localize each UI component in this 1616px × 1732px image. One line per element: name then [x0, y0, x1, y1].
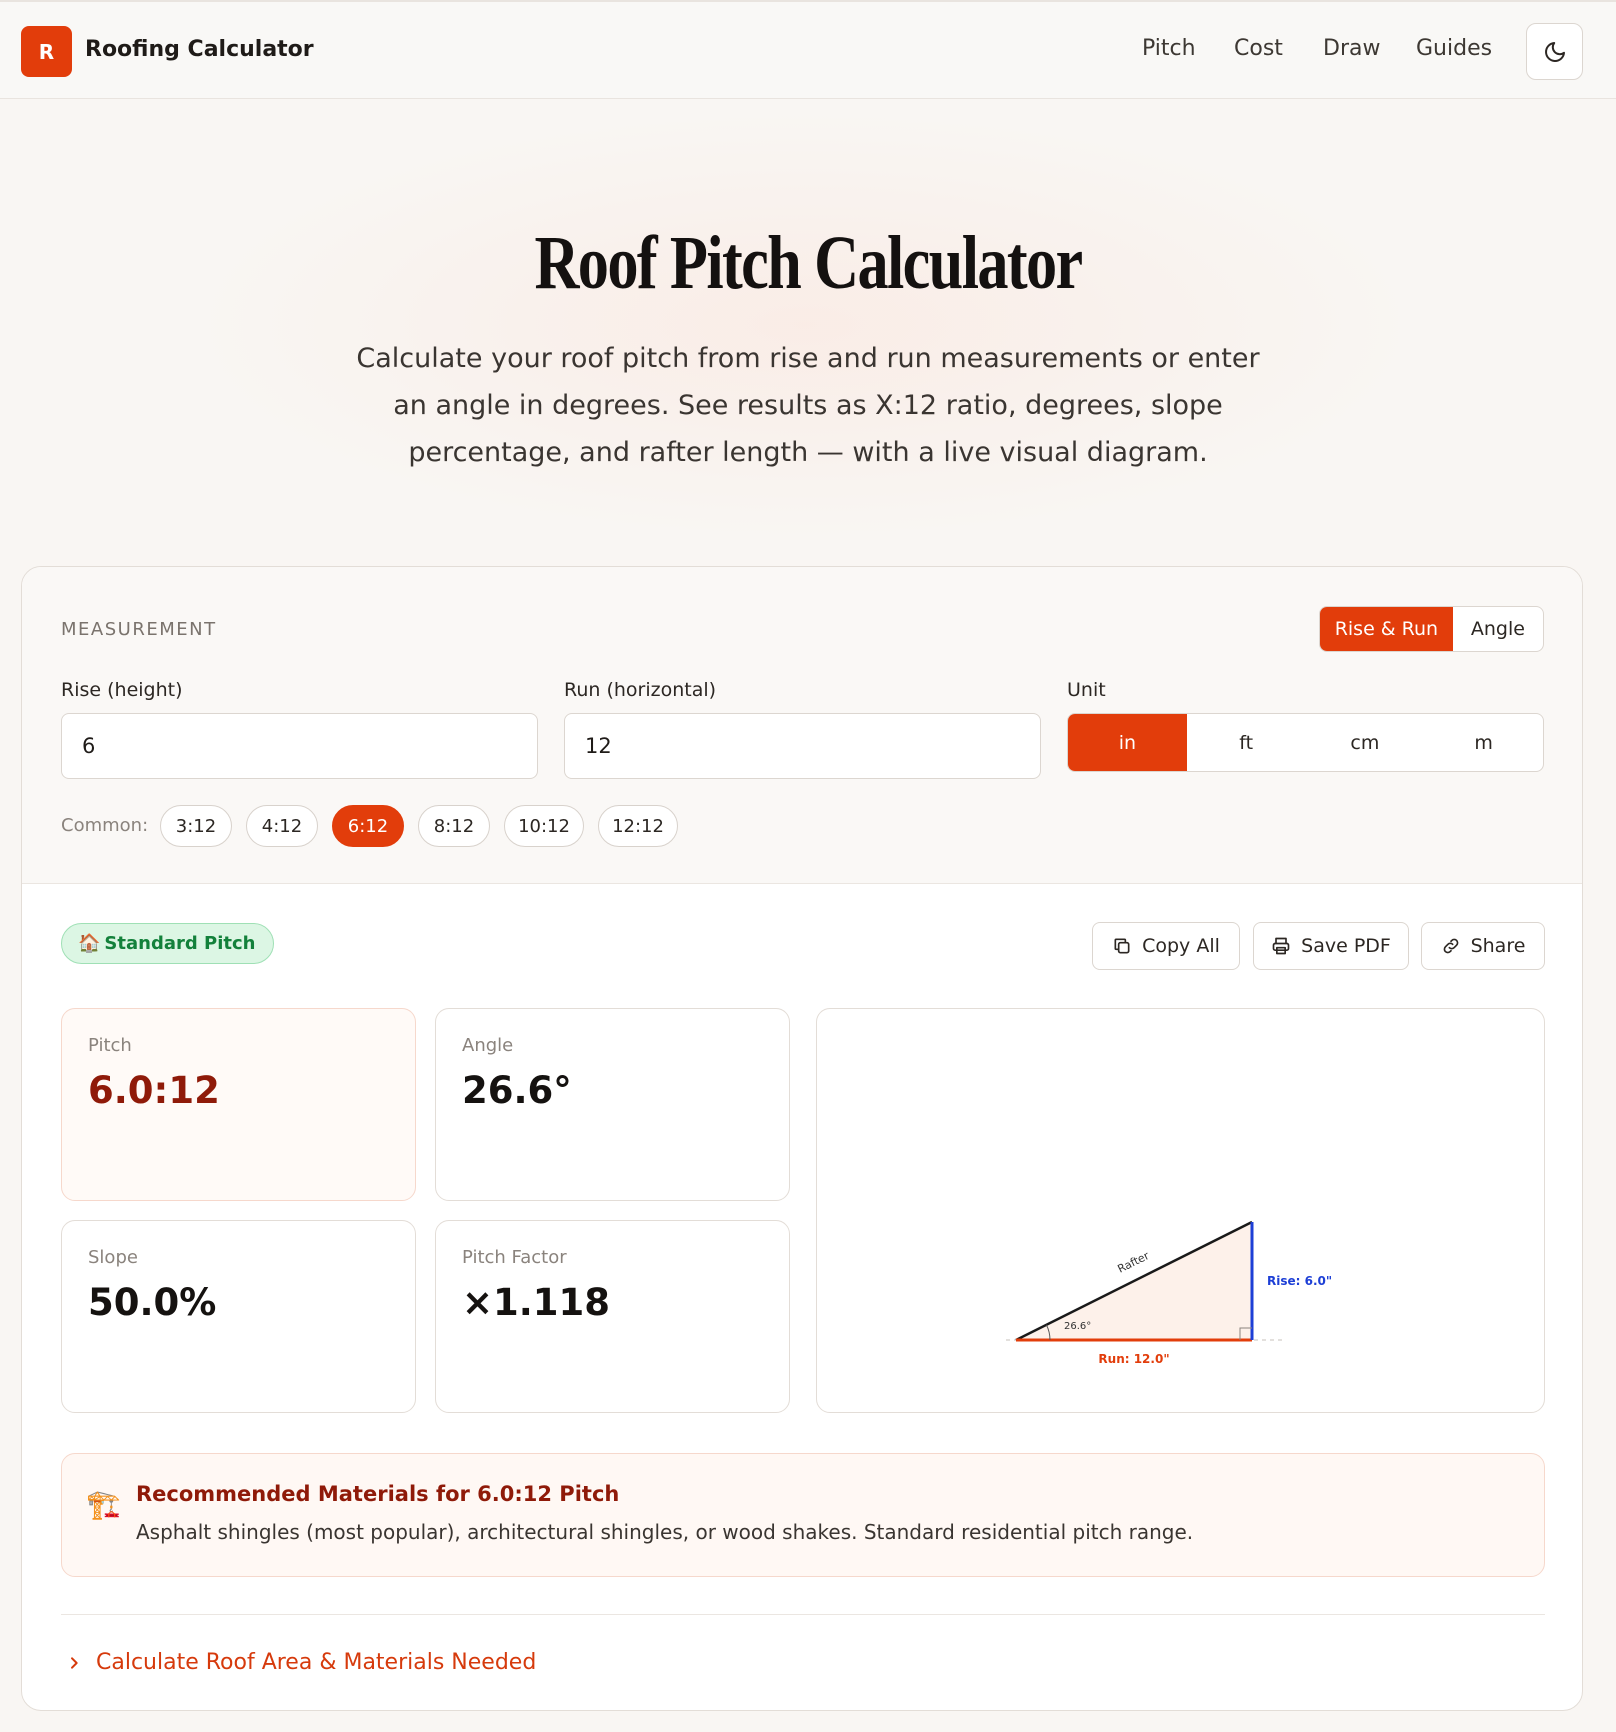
mode-rise-run-button[interactable]: Rise & Run [1320, 607, 1453, 651]
common-pitches-label: Common: [61, 815, 149, 836]
brand-name[interactable]: Roofing Calculator [85, 37, 314, 62]
rafter-label: Rafter [1116, 1249, 1152, 1276]
unit-cm-button[interactable]: cm [1306, 714, 1425, 771]
nav-link-pitch[interactable]: Pitch [1142, 36, 1196, 61]
section-divider [61, 1614, 1545, 1615]
rise-input[interactable] [61, 713, 538, 779]
printer-icon [1272, 937, 1290, 955]
nav-link-guides[interactable]: Guides [1416, 36, 1492, 61]
pitch-diagram-panel: Rafter 26.6° Rise: 6.0" Run: 12.0" [816, 1008, 1545, 1413]
pitch-result-value: 6.0:12 [88, 1069, 220, 1112]
unit-ft-button[interactable]: ft [1187, 714, 1306, 771]
common-pitch-chip-8-12[interactable]: 8:12 [418, 805, 490, 847]
copy-all-button[interactable]: Copy All [1092, 922, 1240, 970]
save-pdf-button[interactable]: Save PDF [1253, 922, 1409, 970]
measurement-panel: MEASUREMENT Rise & Run Angle Rise (heigh… [22, 567, 1582, 884]
recommended-materials-text: Asphalt shingles (most popular), archite… [136, 1520, 1194, 1544]
share-label: Share [1470, 935, 1526, 957]
recommended-materials-box: 🏗️ Recommended Materials for 6.0:12 Pitc… [61, 1453, 1545, 1577]
calculator-card: MEASUREMENT Rise & Run Angle Rise (heigh… [21, 566, 1583, 1711]
house-icon: 🏠 [78, 933, 101, 954]
common-pitch-chip-12-12[interactable]: 12:12 [598, 805, 678, 847]
top-navigation-bar: R Roofing Calculator Pitch Cost Draw Gui… [0, 0, 1616, 99]
angle-result-label: Angle [462, 1035, 514, 1056]
pitch-category-text: Standard Pitch [104, 933, 256, 954]
angle-result-value: 26.6° [462, 1069, 572, 1112]
run-label-text: Run: 12.0" [1098, 1352, 1169, 1366]
pitch-factor-result-card: Pitch Factor ×1.118 [435, 1220, 790, 1413]
pitch-factor-value: ×1.118 [462, 1281, 611, 1324]
theme-toggle-button[interactable] [1526, 23, 1583, 80]
common-pitch-chip-10-12[interactable]: 10:12 [504, 805, 584, 847]
pitch-result-label: Pitch [88, 1035, 132, 1056]
logo-icon[interactable]: R [21, 26, 72, 77]
common-pitch-chip-4-12[interactable]: 4:12 [246, 805, 318, 847]
rise-label: Rise (height) [61, 679, 183, 701]
page-subtitle: Calculate your roof pitch from rise and … [356, 343, 1260, 468]
nav-link-draw[interactable]: Draw [1323, 36, 1380, 61]
construction-icon: 🏗️ [86, 1488, 121, 1521]
copy-icon [1114, 938, 1130, 954]
angle-result-card: Angle 26.6° [435, 1008, 790, 1201]
rise-label-text: Rise: 6.0" [1267, 1274, 1332, 1288]
recommended-materials-title: Recommended Materials for 6.0:12 Pitch [136, 1482, 620, 1506]
angle-label: 26.6° [1064, 1321, 1091, 1332]
run-input[interactable] [564, 713, 1041, 779]
nav-link-cost[interactable]: Cost [1234, 36, 1283, 61]
unit-selector: in ft cm m [1067, 713, 1544, 772]
slope-result-value: 50.0% [88, 1281, 217, 1324]
pitch-category-badge: 🏠 Standard Pitch [61, 923, 275, 964]
common-pitch-chip-3-12[interactable]: 3:12 [160, 805, 232, 847]
run-label: Run (horizontal) [564, 679, 717, 701]
slope-result-card: Slope 50.0% [61, 1220, 416, 1413]
pitch-result-card: Pitch 6.0:12 [61, 1008, 416, 1201]
common-pitch-chip-6-12[interactable]: 6:12 [332, 805, 404, 847]
save-pdf-label: Save PDF [1301, 935, 1391, 957]
unit-label: Unit [1067, 679, 1106, 701]
pitch-factor-label: Pitch Factor [462, 1247, 567, 1268]
chevron-right-icon [71, 1656, 78, 1669]
roof-area-expander[interactable]: Calculate Roof Area & Materials Needed [66, 1650, 536, 1675]
page-title: Roof Pitch Calculator [534, 221, 1083, 305]
unit-in-button[interactable]: in [1068, 714, 1187, 771]
roof-area-expander-label: Calculate Roof Area & Materials Needed [96, 1650, 537, 1675]
mode-angle-button[interactable]: Angle [1453, 607, 1543, 651]
slope-result-label: Slope [88, 1247, 138, 1268]
moon-icon [1544, 41, 1565, 62]
link-icon [1443, 938, 1458, 954]
pitch-diagram: Rafter 26.6° Rise: 6.0" Run: 12.0" [1006, 1220, 1332, 1366]
measurement-section-label: MEASUREMENT [61, 619, 217, 640]
mode-toggle: Rise & Run Angle [1319, 606, 1544, 652]
unit-m-button[interactable]: m [1424, 714, 1543, 771]
share-button[interactable]: Share [1421, 922, 1545, 970]
copy-all-label: Copy All [1142, 935, 1220, 957]
